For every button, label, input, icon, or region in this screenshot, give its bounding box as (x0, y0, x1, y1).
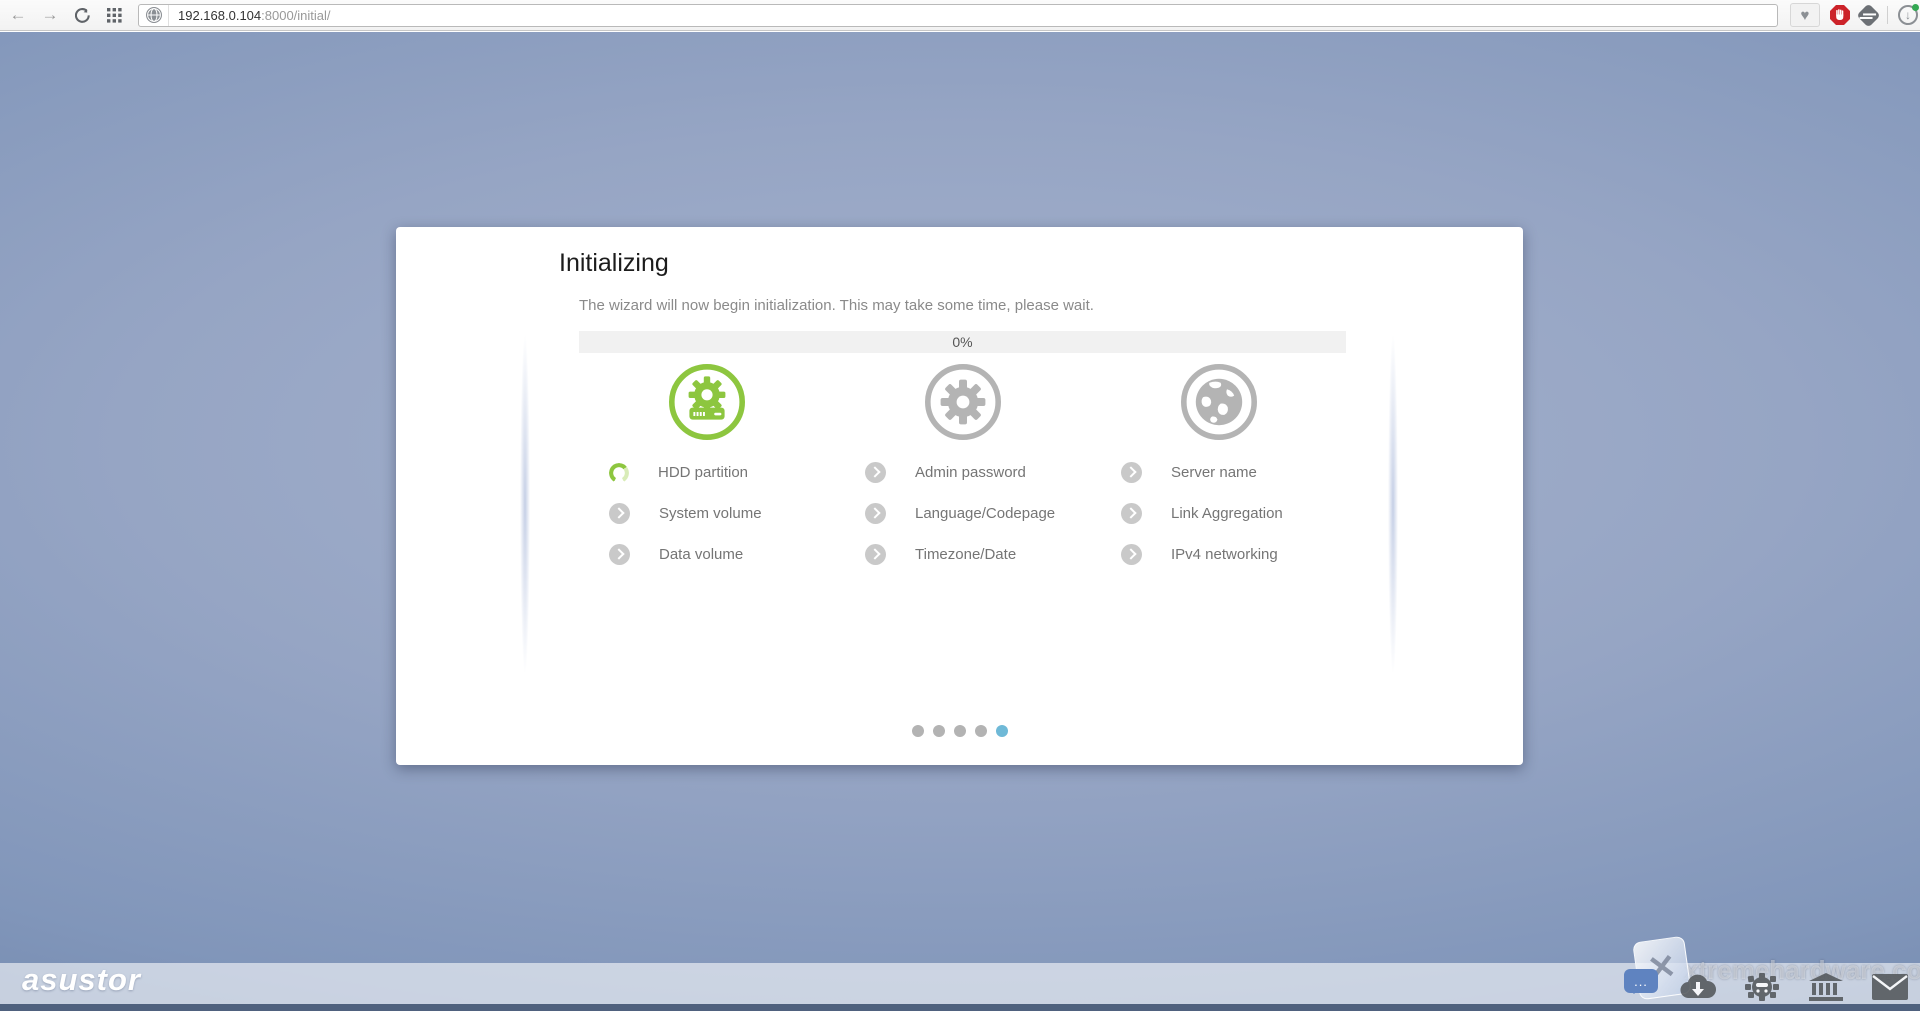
chevron-right-icon (1121, 503, 1142, 524)
pager-dot[interactable] (953, 725, 966, 737)
bank-icon (1808, 973, 1843, 1001)
spinner-icon (609, 462, 629, 483)
step-label: IPv4 networking (1171, 546, 1278, 563)
page-title: Initializing (559, 249, 669, 277)
xtremehardware-watermark: xtremehardware.com ✕ ... (1618, 935, 1920, 1007)
step-language-codepage: Language/Codepage (835, 493, 1091, 534)
wizard-pager-dots[interactable] (911, 725, 1008, 737)
watermark-icon-row (1680, 973, 1908, 1001)
url-host: 192.168.0.104 (178, 7, 262, 23)
speech-bubble-icon: ... (1624, 969, 1658, 994)
apps-button[interactable] (100, 2, 128, 28)
chevron-right-icon (865, 462, 886, 483)
chevron-right-icon (1121, 544, 1142, 565)
panel-edge-glow-right (1386, 289, 1400, 719)
address-bar[interactable]: 192.168.0.104:8000/initial/ (138, 3, 1778, 27)
down-arrow-icon: ↓ (1905, 8, 1911, 22)
download-manager-button[interactable]: ↓ (1898, 4, 1919, 25)
pager-dot[interactable] (932, 725, 945, 737)
pager-dot[interactable] (911, 725, 924, 737)
envelope-icon (1871, 974, 1908, 1000)
step-data-volume: Data volume (579, 534, 835, 575)
chevron-right-icon (1121, 462, 1142, 483)
globe-favicon-icon (145, 7, 162, 23)
globe-icon (1181, 364, 1257, 440)
gear-icon (925, 364, 1001, 440)
chevron-right-icon (865, 544, 886, 565)
step-label: Admin password (915, 464, 1026, 481)
bubble-dots: ... (1634, 973, 1648, 989)
initialization-card: Initializing The wizard will now begin i… (396, 227, 1523, 765)
step-label: Link Aggregation (1171, 505, 1283, 522)
panel-edge-glow-left (518, 289, 532, 719)
step-label: Timezone/Date (915, 546, 1017, 563)
browser-toolbar: ← → 192.168.0.104:8000/initial/ ♥ ↓ (0, 0, 1920, 31)
step-link-aggregation: Link Aggregation (1091, 493, 1347, 534)
step-timezone-date: Timezone/Date (835, 534, 1091, 575)
chevron-right-icon (609, 544, 630, 565)
url-path: :8000/initial/ (261, 7, 331, 23)
hand-icon (1836, 9, 1844, 20)
asustor-logo: asustor (22, 962, 141, 997)
hdd-gear-icon (669, 364, 745, 440)
category-icons-row (579, 362, 1347, 442)
wizard-steps-grid: HDD partition Admin password Server name… (579, 452, 1347, 575)
nas-init-page: Initializing The wizard will now begin i… (0, 32, 1920, 1011)
apps-grid-icon (106, 7, 122, 23)
wizard-subtitle: The wizard will now begin initialization… (579, 297, 1094, 314)
page-favicon (139, 4, 169, 26)
step-label: System volume (659, 505, 762, 522)
progress-bar: 0% (579, 331, 1346, 353)
chevron-right-icon (609, 503, 630, 524)
toolbar-separator (1887, 6, 1888, 24)
heart-icon: ♥ (1800, 6, 1810, 24)
cloud-download-icon (1680, 974, 1716, 999)
step-label: Data volume (659, 546, 744, 563)
chevron-right-icon (865, 503, 886, 524)
step-label: Language/Codepage (915, 505, 1056, 522)
step-server-name: Server name (1091, 452, 1347, 493)
forward-button[interactable]: → (36, 2, 64, 28)
reload-icon (74, 7, 90, 23)
progress-percent: 0% (952, 334, 973, 350)
step-label: HDD partition (658, 464, 749, 481)
step-admin-password: Admin password (835, 452, 1091, 493)
url-text[interactable]: 192.168.0.104:8000/initial/ (178, 8, 331, 23)
status-dot (1912, 4, 1919, 11)
back-button[interactable]: ← (4, 2, 32, 28)
toolbar-extensions: ♥ ↓ (1790, 2, 1919, 28)
robot-gear-icon (1745, 973, 1780, 1001)
step-system-volume: System volume (579, 493, 835, 534)
pager-dot[interactable] (974, 725, 987, 737)
step-label: Server name (1171, 464, 1257, 481)
feedly-button[interactable] (1856, 2, 1881, 28)
adblock-button[interactable] (1830, 5, 1850, 25)
reload-button[interactable] (68, 2, 96, 28)
step-ipv4-networking: IPv4 networking (1091, 534, 1347, 575)
step-hdd-partition: HDD partition (579, 452, 835, 493)
bookmark-heart-button[interactable]: ♥ (1790, 3, 1820, 27)
pager-dot-active[interactable] (995, 725, 1008, 737)
